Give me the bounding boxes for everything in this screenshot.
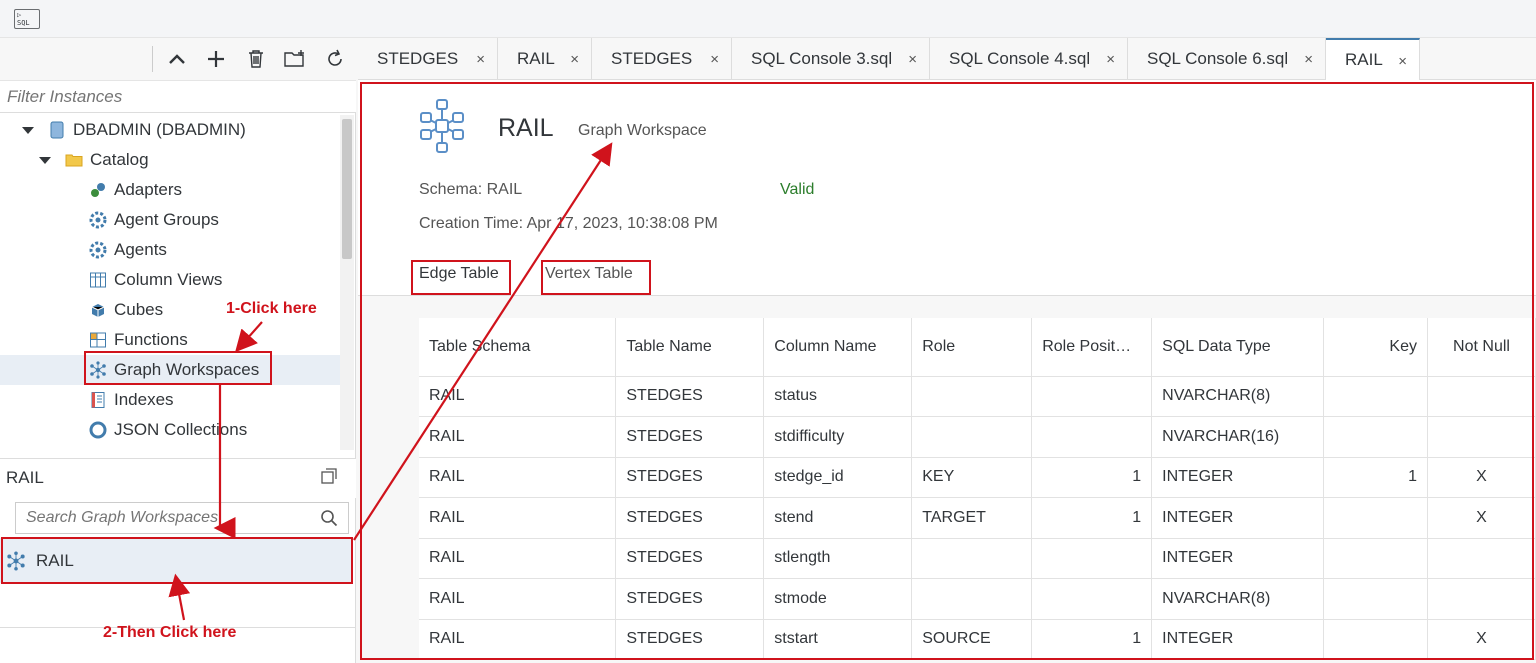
annotation-step1: 1-Click here <box>226 300 317 317</box>
json-collection-icon <box>89 421 107 439</box>
tree-item-label: Column Views <box>114 270 223 289</box>
tree-item-agent-groups[interactable]: Agent Groups <box>0 205 340 235</box>
workspace-list-header: RAIL <box>0 458 356 498</box>
close-icon[interactable]: × <box>710 51 719 68</box>
tab-label: RAIL <box>517 49 555 68</box>
filter-instances-input[interactable] <box>0 81 356 113</box>
tab-label: SQL Console 6.sql <box>1147 49 1289 68</box>
tab-sql-console-6[interactable]: SQL Console 6.sql × <box>1128 38 1326 80</box>
tree-item-adapters[interactable]: Adapters <box>0 175 340 205</box>
toolbar-separator <box>152 46 153 72</box>
close-icon[interactable]: × <box>1304 51 1313 68</box>
tab-label: RAIL <box>1345 50 1383 69</box>
annotation-box-rail-item <box>1 537 353 584</box>
tab-label: SQL Console 4.sql <box>949 49 1091 68</box>
cube-icon <box>89 301 107 319</box>
expand-caret-icon[interactable] <box>39 156 51 164</box>
workspace-list-title: RAIL <box>6 468 44 487</box>
annotation-box-graph-workspaces <box>84 351 272 385</box>
annotation-step2: 2-Then Click here <box>103 624 237 641</box>
tree-item-indexes[interactable]: Indexes <box>0 385 340 415</box>
close-icon[interactable]: × <box>476 51 485 68</box>
column-view-icon <box>89 271 107 289</box>
trash-icon <box>249 50 263 68</box>
annotation-box-vertex-table <box>541 260 651 295</box>
expand-caret-icon[interactable] <box>22 126 34 134</box>
database-icon <box>48 121 66 139</box>
close-icon[interactable]: × <box>570 51 579 68</box>
tree-item-label: Indexes <box>114 390 174 409</box>
adapter-icon <box>89 181 107 199</box>
close-icon[interactable]: × <box>908 51 917 68</box>
plus-icon <box>208 51 224 67</box>
catalog-tree: DBADMIN (DBADMIN) Catalog Adapters Agent… <box>0 115 340 450</box>
agent-group-icon <box>89 211 107 229</box>
new-folder-button[interactable] <box>280 45 310 73</box>
editor-tab-bar: STEDGES × RAIL × STEDGES × SQL Console 3.sq… <box>358 38 1536 80</box>
function-icon <box>89 331 107 349</box>
annotation-box-edge-table <box>411 260 511 295</box>
collapse-button[interactable] <box>162 45 192 73</box>
tree-item-column-views[interactable]: Column Views <box>0 265 340 295</box>
tree-item-label: JSON Collections <box>114 420 248 439</box>
close-icon[interactable]: × <box>1398 53 1407 70</box>
tab-label: STEDGES <box>611 49 693 68</box>
catalog-toolbar <box>0 38 356 81</box>
folder-add-icon <box>284 50 304 67</box>
workspace-search-input[interactable] <box>16 503 306 533</box>
tab-stedges-1[interactable]: STEDGES × <box>358 38 498 80</box>
refresh-icon <box>328 49 342 66</box>
annotation-box-editor <box>360 82 1534 660</box>
tab-label: STEDGES <box>377 49 459 68</box>
tree-item-label: Adapters <box>114 180 183 199</box>
tree-item-dbadmin[interactable]: DBADMIN (DBADMIN) <box>0 115 340 145</box>
tab-rail-1[interactable]: RAIL × <box>498 38 592 80</box>
tree-item-label: Agent Groups <box>114 210 219 229</box>
tab-sql-console-4[interactable]: SQL Console 4.sql × <box>930 38 1128 80</box>
sql-console-icon[interactable]: ▷ SQL <box>14 9 40 29</box>
close-icon[interactable]: × <box>1106 51 1115 68</box>
popout-icon[interactable] <box>320 467 338 485</box>
delete-button[interactable] <box>241 45 271 73</box>
tree-item-agents[interactable]: Agents <box>0 235 340 265</box>
add-button[interactable] <box>201 45 231 73</box>
search-icon[interactable] <box>320 509 338 527</box>
top-bar: ▷ SQL <box>0 0 1536 38</box>
index-icon <box>89 391 107 409</box>
tab-stedges-2[interactable]: STEDGES × <box>592 38 732 80</box>
tab-label: SQL Console 3.sql <box>751 49 893 68</box>
tree-item-label: Cubes <box>114 300 164 319</box>
workspace-search[interactable] <box>15 502 349 534</box>
tree-item-label: Catalog <box>90 150 149 169</box>
agent-icon <box>89 241 107 259</box>
tree-item-label: Agents <box>114 240 167 259</box>
folder-icon <box>65 151 83 169</box>
scrollbar-thumb[interactable] <box>342 119 352 259</box>
tree-item-label: Functions <box>114 330 188 349</box>
chevron-up-icon <box>169 54 185 64</box>
refresh-button[interactable] <box>320 45 350 73</box>
tree-item-catalog[interactable]: Catalog <box>0 145 340 175</box>
tree-scrollbar[interactable] <box>340 115 354 450</box>
tab-sql-console-3[interactable]: SQL Console 3.sql × <box>732 38 930 80</box>
tree-item-label: DBADMIN (DBADMIN) <box>73 120 246 139</box>
tree-item-json-collections[interactable]: JSON Collections <box>0 415 340 445</box>
tab-rail-active[interactable]: RAIL × <box>1326 38 1420 80</box>
